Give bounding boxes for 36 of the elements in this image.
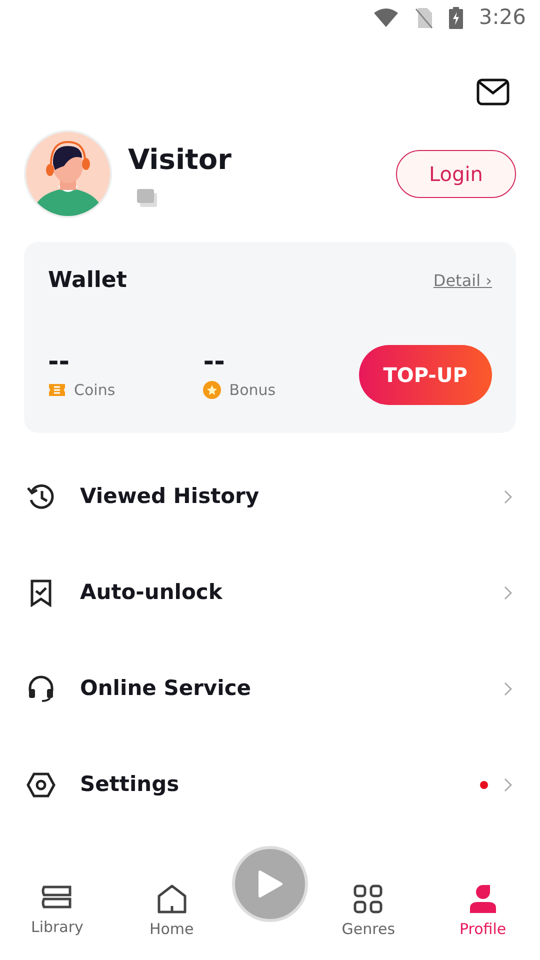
home-icon — [156, 884, 188, 914]
chevron-icon — [504, 586, 512, 600]
nav-tab[interactable]: Home — [114, 860, 229, 940]
play-icon — [257, 869, 284, 899]
top-up-button[interactable]: TOP-UP — [358, 345, 492, 405]
balance-value: -- — [48, 348, 71, 375]
mail-icon[interactable] — [476, 78, 510, 106]
balance-label: Coins — [74, 380, 116, 401]
grid-icon — [353, 884, 384, 914]
no-sim-icon — [414, 7, 433, 29]
balance-value: -- — [203, 348, 226, 375]
wallet-title: Wallet — [48, 267, 127, 295]
balance-label: Bonus — [229, 380, 276, 401]
settings-icon — [26, 771, 56, 799]
nav-tab[interactable]: Profile — [426, 860, 540, 940]
menu-item[interactable]: Online Service — [0, 641, 540, 737]
chevron-icon — [504, 778, 512, 792]
chevron-icon — [504, 682, 512, 696]
person-icon — [468, 884, 498, 914]
badge-stack-icon — [136, 188, 158, 208]
user-name: Visitor — [128, 142, 232, 178]
history-icon — [26, 483, 56, 511]
status-time: 3:26 — [478, 4, 526, 32]
battery-icon — [448, 7, 463, 29]
chevron-icon — [504, 490, 512, 504]
wifi-icon — [372, 8, 399, 28]
ticket-icon — [48, 382, 66, 398]
menu-item[interactable]: Auto-unlock — [0, 545, 540, 641]
login-button[interactable]: Login — [396, 150, 516, 198]
headset-icon — [26, 675, 56, 703]
detail-link[interactable]: Detail › — [433, 268, 492, 292]
menu-item[interactable]: Settings — [0, 737, 540, 833]
nav-tab[interactable]: Library — [0, 860, 114, 938]
menu-item[interactable]: Viewed History — [0, 449, 540, 545]
star-coin-icon — [203, 381, 222, 399]
nav-tab[interactable]: Genres — [311, 860, 426, 940]
